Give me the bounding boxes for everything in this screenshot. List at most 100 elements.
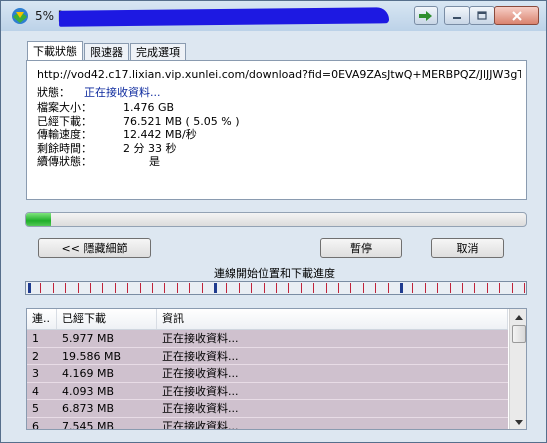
row-info: 正在接收資料... — [162, 402, 239, 415]
segment-tick — [276, 283, 277, 293]
go-icon — [419, 10, 433, 21]
segment-tick — [78, 283, 79, 293]
segment-tick — [288, 283, 289, 293]
segment-tick — [499, 283, 500, 293]
tab-download-status[interactable]: 下載狀態 — [27, 41, 83, 61]
row-info: 正在接收資料... — [162, 367, 239, 380]
title-bar[interactable]: 5% [5 — [1, 1, 546, 31]
idm-app-icon — [11, 7, 29, 25]
tab-speed-limiter[interactable]: 限速器 — [84, 43, 129, 61]
segment-tick — [425, 283, 426, 293]
scroll-down-button[interactable] — [511, 414, 526, 429]
info-value: 2 分 33 秒 — [123, 141, 177, 155]
segment-tick — [152, 283, 153, 293]
segment-tick — [326, 283, 327, 293]
column-header-connection[interactable]: 連.. — [27, 309, 57, 329]
maximize-button[interactable] — [469, 6, 495, 25]
row-downloaded: 7.545 MB — [62, 419, 115, 430]
chevron-down-icon — [514, 415, 523, 428]
cancel-button[interactable]: 取消 — [431, 238, 504, 258]
progress-fill — [26, 213, 52, 226]
row-info: 正在接收資料... — [162, 384, 239, 398]
segment-tick — [226, 283, 227, 293]
row-info: 正在接收資料... — [162, 349, 239, 363]
status-label: 狀態： — [37, 86, 70, 99]
segment-tick — [53, 283, 54, 293]
segment-start-marker — [214, 283, 217, 293]
segments-graph — [28, 283, 525, 293]
column-header-downloaded[interactable]: 已經下載 — [57, 309, 157, 329]
scroll-up-button[interactable] — [511, 309, 526, 324]
segment-tick — [375, 283, 376, 293]
segment-start-marker — [400, 283, 403, 293]
status-line: 狀態： 正在接收資料... — [37, 84, 161, 100]
download-window: 5% [5 下載狀態 限速器 完成選項 http://vod42.c17.lix… — [0, 0, 547, 443]
info-label: 剩餘時間： — [37, 141, 92, 155]
segment-tick — [474, 283, 475, 293]
segment-tick — [164, 283, 165, 293]
download-progress-bar — [25, 212, 527, 227]
list-scrollbar[interactable] — [509, 309, 526, 429]
segment-tick — [363, 283, 364, 293]
status-value: 正在接收資料... — [84, 86, 161, 99]
info-value: 是 — [149, 155, 160, 168]
segment-tick — [40, 283, 41, 293]
segment-tick — [251, 283, 252, 293]
hide-details-button[interactable]: << 隱藏細節 — [38, 238, 151, 258]
info-label: 已經下載： — [37, 114, 92, 128]
segment-start-marker — [28, 283, 31, 293]
segment-tick — [524, 283, 525, 293]
info-value: 12.442 MB/秒 — [123, 128, 197, 141]
row-info: 正在接收資料... — [162, 332, 239, 345]
minimize-icon — [452, 12, 462, 20]
table-row[interactable]: 5 6.873 MB 正在接收資料... — [27, 400, 508, 418]
segment-tick — [189, 283, 190, 293]
segment-tick — [487, 283, 488, 293]
pause-button[interactable]: 暫停 — [320, 238, 402, 258]
segment-tick — [90, 283, 91, 293]
info-label: 傳輸速度： — [37, 128, 92, 141]
segment-tick — [450, 283, 451, 293]
column-header-info[interactable]: 資訊 — [157, 309, 508, 329]
info-label: 續傳狀態： — [37, 155, 92, 168]
minimize-button[interactable] — [444, 6, 470, 25]
segment-tick — [65, 283, 66, 293]
tab-completion-options[interactable]: 完成選項 — [130, 43, 186, 61]
table-row[interactable]: 2 19.586 MB 正在接收資料... — [27, 347, 508, 365]
segment-tick — [115, 283, 116, 293]
segment-tick — [264, 283, 265, 293]
table-row[interactable]: 4 4.093 MB 正在接收資料... — [27, 382, 508, 400]
table-row[interactable]: 3 4.169 MB 正在接收資料... — [27, 365, 508, 383]
segment-tick — [239, 283, 240, 293]
segments-caption: 連線開始位置和下載進度 — [214, 267, 335, 280]
connections-list: 連.. 已經下載 資訊 1 5.977 MB 正在接收資料... 2 19.58… — [26, 308, 527, 430]
close-button[interactable] — [494, 6, 539, 25]
info-value: 1.476 GB — [123, 101, 175, 114]
list-body: 1 5.977 MB 正在接收資料... 2 19.586 MB 正在接收資料.… — [27, 330, 508, 430]
go-button[interactable] — [414, 6, 438, 25]
redacted-title-mark — [58, 7, 390, 27]
chevron-up-icon — [514, 310, 523, 323]
status-panel: http://vod42.c17.lixian.vip.xunlei.com/d… — [26, 60, 527, 200]
row-downloaded: 19.586 MB — [62, 349, 122, 363]
table-row[interactable]: 1 5.977 MB 正在接收資料... — [27, 330, 508, 348]
row-downloaded: 4.169 MB — [62, 367, 115, 380]
segment-tick — [102, 283, 103, 293]
tab-strip: 下載狀態 限速器 完成選項 — [27, 41, 187, 61]
close-icon — [511, 10, 522, 21]
info-label: 檔案大小： — [37, 101, 92, 114]
segment-tick — [350, 283, 351, 293]
segment-tick — [412, 283, 413, 293]
segment-tick — [388, 283, 389, 293]
info-value: 76.521 MB ( 5.05 % ) — [123, 114, 240, 128]
scrollbar-thumb[interactable] — [512, 325, 526, 343]
segment-tick — [177, 283, 178, 293]
segment-tick — [313, 283, 314, 293]
segment-tick — [202, 283, 203, 293]
segment-tick — [437, 283, 438, 293]
row-downloaded: 4.093 MB — [62, 384, 115, 398]
row-downloaded: 5.977 MB — [62, 332, 115, 345]
list-header: 連.. 已經下載 資訊 — [27, 309, 508, 330]
table-row[interactable]: 6 7.545 MB 正在接收資料... — [27, 417, 508, 430]
row-downloaded: 6.873 MB — [62, 402, 115, 415]
